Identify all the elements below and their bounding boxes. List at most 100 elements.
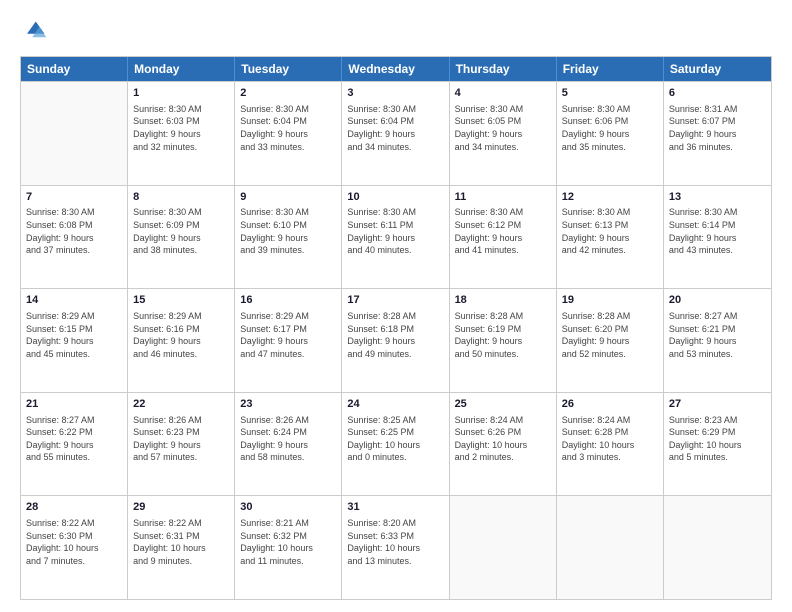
calendar-cell: 19 Sunrise: 8:28 AM Sunset: 6:20 PM Dayli… bbox=[557, 289, 664, 392]
weekday-header-tuesday: Tuesday bbox=[235, 57, 342, 81]
calendar-cell: 2 Sunrise: 8:30 AM Sunset: 6:04 PM Daylig… bbox=[235, 82, 342, 185]
day-number: 27 bbox=[669, 397, 766, 412]
day-number: 17 bbox=[347, 293, 443, 308]
day-info: Sunrise: 8:30 AM Sunset: 6:10 PM Dayligh… bbox=[240, 206, 336, 256]
day-number: 31 bbox=[347, 500, 443, 515]
day-number: 23 bbox=[240, 397, 336, 412]
day-info: Sunrise: 8:30 AM Sunset: 6:09 PM Dayligh… bbox=[133, 206, 229, 256]
day-number: 1 bbox=[133, 86, 229, 101]
calendar-row-0: 1Sunrise: 8:30 AM Sunset: 6:03 PM Daylig… bbox=[21, 81, 771, 185]
day-number: 28 bbox=[26, 500, 122, 515]
calendar-cell: 28 Sunrise: 8:22 AM Sunset: 6:30 PM Dayli… bbox=[21, 496, 128, 599]
day-info: Sunrise: 8:24 AM Sunset: 6:26 PM Dayligh… bbox=[455, 414, 551, 464]
day-info: Sunrise: 8:25 AM Sunset: 6:25 PM Dayligh… bbox=[347, 414, 443, 464]
day-number: 16 bbox=[240, 293, 336, 308]
calendar-cell: 27Sunrise: 8:23 AM Sunset: 6:29 PM Dayli… bbox=[664, 393, 771, 496]
page: SundayMondayTuesdayWednesdayThursdayFrid… bbox=[0, 0, 792, 612]
calendar-body: 1Sunrise: 8:30 AM Sunset: 6:03 PM Daylig… bbox=[21, 81, 771, 599]
day-info: Sunrise: 8:24 AM Sunset: 6:28 PM Dayligh… bbox=[562, 414, 658, 464]
day-number: 11 bbox=[455, 190, 551, 205]
day-info: Sunrise: 8:27 AM Sunset: 6:22 PM Dayligh… bbox=[26, 414, 122, 464]
day-number: 4 bbox=[455, 86, 551, 101]
calendar-header: SundayMondayTuesdayWednesdayThursdayFrid… bbox=[21, 57, 771, 81]
weekday-header-sunday: Sunday bbox=[21, 57, 128, 81]
calendar-cell: 7Sunrise: 8:30 AM Sunset: 6:08 PM Daylig… bbox=[21, 186, 128, 289]
calendar-cell: 1Sunrise: 8:30 AM Sunset: 6:03 PM Daylig… bbox=[128, 82, 235, 185]
calendar-cell: 18Sunrise: 8:28 AM Sunset: 6:19 PM Dayli… bbox=[450, 289, 557, 392]
day-number: 21 bbox=[26, 397, 122, 412]
calendar-cell: 29 Sunrise: 8:22 AM Sunset: 6:31 PM Dayli… bbox=[128, 496, 235, 599]
calendar-cell: 22 Sunrise: 8:26 AM Sunset: 6:23 PM Dayli… bbox=[128, 393, 235, 496]
logo bbox=[20, 18, 52, 46]
weekday-header-friday: Friday bbox=[557, 57, 664, 81]
calendar-cell: 25 Sunrise: 8:24 AM Sunset: 6:26 PM Dayli… bbox=[450, 393, 557, 496]
calendar-cell: 5 Sunrise: 8:30 AM Sunset: 6:06 PM Daylig… bbox=[557, 82, 664, 185]
day-number: 19 bbox=[562, 293, 658, 308]
weekday-header-monday: Monday bbox=[128, 57, 235, 81]
day-info: Sunrise: 8:22 AM Sunset: 6:31 PM Dayligh… bbox=[133, 517, 229, 567]
day-number: 20 bbox=[669, 293, 766, 308]
calendar-cell: 31 Sunrise: 8:20 AM Sunset: 6:33 PM Dayli… bbox=[342, 496, 449, 599]
day-info: Sunrise: 8:30 AM Sunset: 6:11 PM Dayligh… bbox=[347, 206, 443, 256]
day-number: 29 bbox=[133, 500, 229, 515]
calendar-cell: 9Sunrise: 8:30 AM Sunset: 6:10 PM Daylig… bbox=[235, 186, 342, 289]
calendar-row-4: 28 Sunrise: 8:22 AM Sunset: 6:30 PM Dayli… bbox=[21, 495, 771, 599]
day-number: 9 bbox=[240, 190, 336, 205]
day-info: Sunrise: 8:30 AM Sunset: 6:05 PM Dayligh… bbox=[455, 103, 551, 153]
day-number: 26 bbox=[562, 397, 658, 412]
day-info: Sunrise: 8:30 AM Sunset: 6:06 PM Dayligh… bbox=[562, 103, 658, 153]
calendar-cell bbox=[664, 496, 771, 599]
day-info: Sunrise: 8:30 AM Sunset: 6:04 PM Dayligh… bbox=[347, 103, 443, 153]
day-number: 25 bbox=[455, 397, 551, 412]
day-info: Sunrise: 8:30 AM Sunset: 6:14 PM Dayligh… bbox=[669, 206, 766, 256]
day-info: Sunrise: 8:31 AM Sunset: 6:07 PM Dayligh… bbox=[669, 103, 766, 153]
day-number: 10 bbox=[347, 190, 443, 205]
day-number: 3 bbox=[347, 86, 443, 101]
logo-icon bbox=[20, 18, 48, 46]
day-info: Sunrise: 8:29 AM Sunset: 6:16 PM Dayligh… bbox=[133, 310, 229, 360]
calendar-cell: 13Sunrise: 8:30 AM Sunset: 6:14 PM Dayli… bbox=[664, 186, 771, 289]
day-info: Sunrise: 8:29 AM Sunset: 6:15 PM Dayligh… bbox=[26, 310, 122, 360]
day-number: 13 bbox=[669, 190, 766, 205]
calendar-cell bbox=[450, 496, 557, 599]
day-info: Sunrise: 8:30 AM Sunset: 6:04 PM Dayligh… bbox=[240, 103, 336, 153]
day-info: Sunrise: 8:22 AM Sunset: 6:30 PM Dayligh… bbox=[26, 517, 122, 567]
calendar-cell: 30 Sunrise: 8:21 AM Sunset: 6:32 PM Dayli… bbox=[235, 496, 342, 599]
day-number: 12 bbox=[562, 190, 658, 205]
day-info: Sunrise: 8:30 AM Sunset: 6:13 PM Dayligh… bbox=[562, 206, 658, 256]
day-info: Sunrise: 8:26 AM Sunset: 6:23 PM Dayligh… bbox=[133, 414, 229, 464]
day-info: Sunrise: 8:28 AM Sunset: 6:20 PM Dayligh… bbox=[562, 310, 658, 360]
day-number: 2 bbox=[240, 86, 336, 101]
weekday-header-wednesday: Wednesday bbox=[342, 57, 449, 81]
day-number: 5 bbox=[562, 86, 658, 101]
day-info: Sunrise: 8:28 AM Sunset: 6:18 PM Dayligh… bbox=[347, 310, 443, 360]
day-number: 15 bbox=[133, 293, 229, 308]
calendar-cell: 14 Sunrise: 8:29 AM Sunset: 6:15 PM Dayli… bbox=[21, 289, 128, 392]
day-number: 22 bbox=[133, 397, 229, 412]
day-info: Sunrise: 8:26 AM Sunset: 6:24 PM Dayligh… bbox=[240, 414, 336, 464]
day-number: 14 bbox=[26, 293, 122, 308]
calendar-row-1: 7Sunrise: 8:30 AM Sunset: 6:08 PM Daylig… bbox=[21, 185, 771, 289]
day-info: Sunrise: 8:20 AM Sunset: 6:33 PM Dayligh… bbox=[347, 517, 443, 567]
day-info: Sunrise: 8:27 AM Sunset: 6:21 PM Dayligh… bbox=[669, 310, 766, 360]
calendar-cell: 8Sunrise: 8:30 AM Sunset: 6:09 PM Daylig… bbox=[128, 186, 235, 289]
calendar: SundayMondayTuesdayWednesdayThursdayFrid… bbox=[20, 56, 772, 600]
day-number: 18 bbox=[455, 293, 551, 308]
calendar-cell: 15 Sunrise: 8:29 AM Sunset: 6:16 PM Dayli… bbox=[128, 289, 235, 392]
calendar-cell: 11Sunrise: 8:30 AM Sunset: 6:12 PM Dayli… bbox=[450, 186, 557, 289]
calendar-cell: 26 Sunrise: 8:24 AM Sunset: 6:28 PM Dayli… bbox=[557, 393, 664, 496]
day-number: 30 bbox=[240, 500, 336, 515]
day-number: 6 bbox=[669, 86, 766, 101]
calendar-row-3: 21 Sunrise: 8:27 AM Sunset: 6:22 PM Dayli… bbox=[21, 392, 771, 496]
day-info: Sunrise: 8:29 AM Sunset: 6:17 PM Dayligh… bbox=[240, 310, 336, 360]
weekday-header-thursday: Thursday bbox=[450, 57, 557, 81]
calendar-cell: 23 Sunrise: 8:26 AM Sunset: 6:24 PM Dayli… bbox=[235, 393, 342, 496]
header bbox=[20, 18, 772, 46]
calendar-cell bbox=[21, 82, 128, 185]
calendar-cell: 12Sunrise: 8:30 AM Sunset: 6:13 PM Dayli… bbox=[557, 186, 664, 289]
calendar-cell: 24Sunrise: 8:25 AM Sunset: 6:25 PM Dayli… bbox=[342, 393, 449, 496]
calendar-cell: 17 Sunrise: 8:28 AM Sunset: 6:18 PM Dayli… bbox=[342, 289, 449, 392]
day-info: Sunrise: 8:21 AM Sunset: 6:32 PM Dayligh… bbox=[240, 517, 336, 567]
day-info: Sunrise: 8:30 AM Sunset: 6:08 PM Dayligh… bbox=[26, 206, 122, 256]
calendar-cell: 21 Sunrise: 8:27 AM Sunset: 6:22 PM Dayli… bbox=[21, 393, 128, 496]
